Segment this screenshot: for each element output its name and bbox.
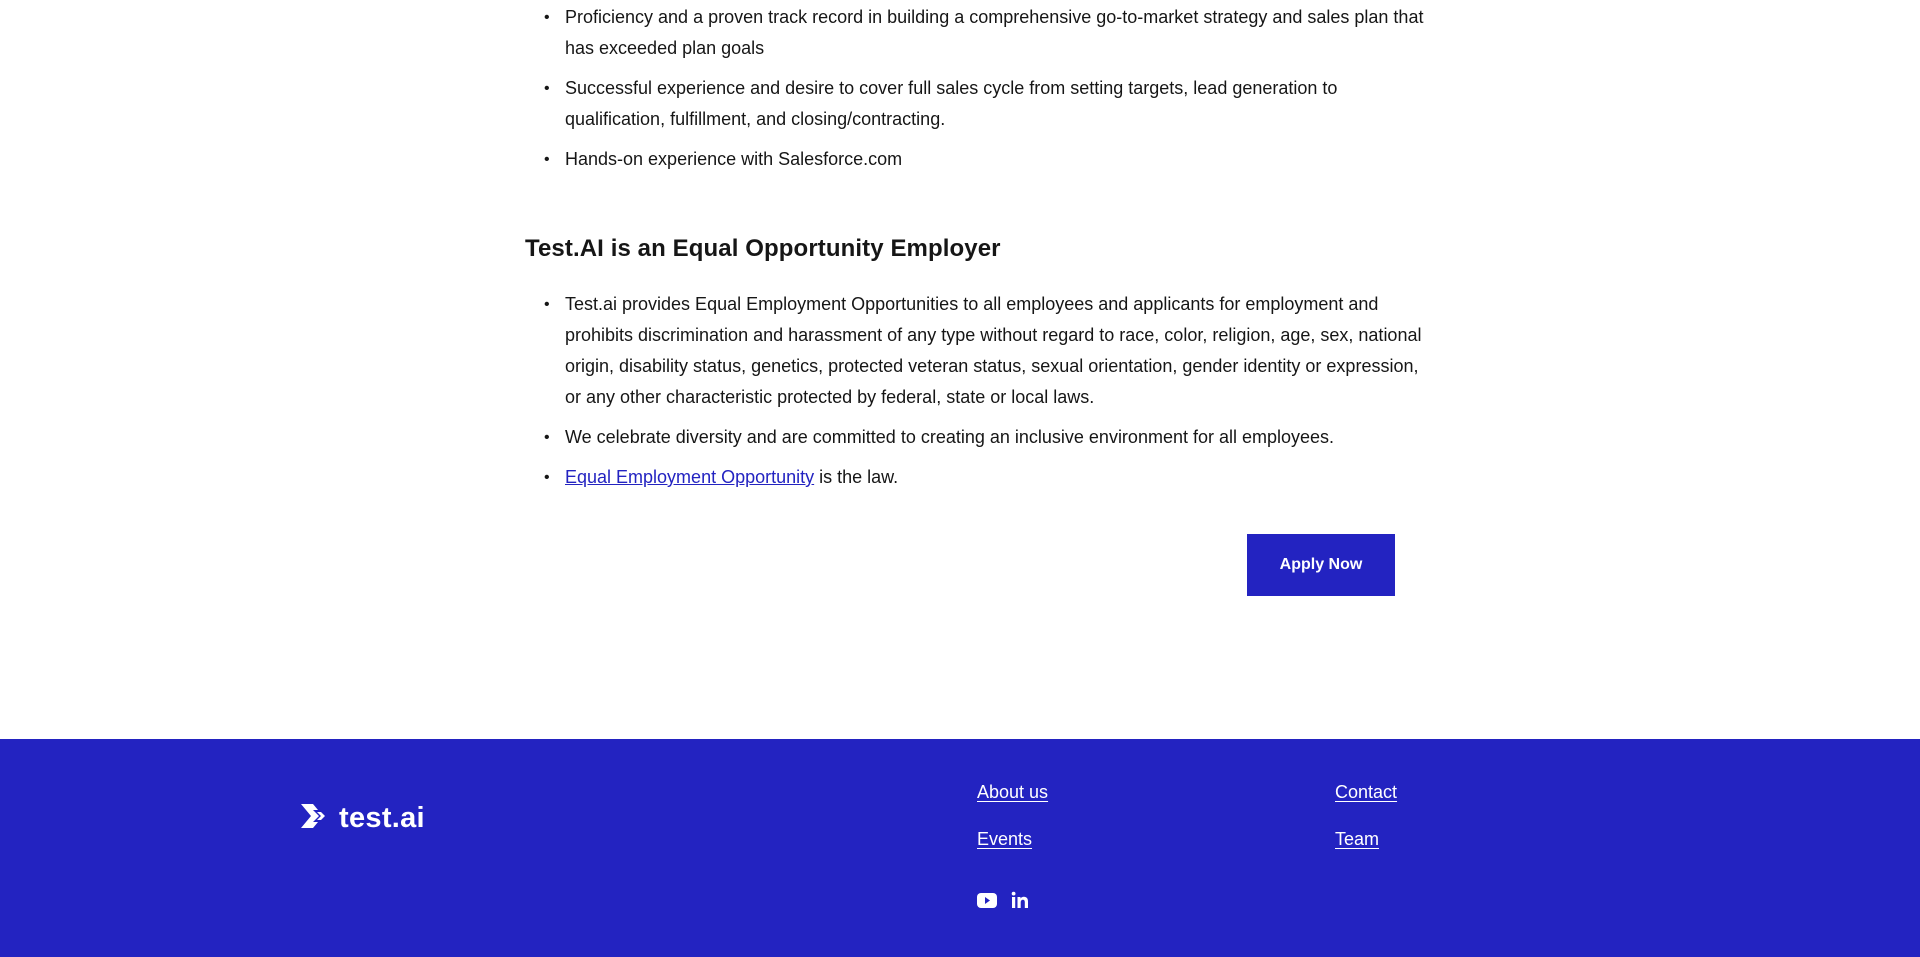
social-links xyxy=(977,891,1029,909)
logo-text: test.ai xyxy=(339,802,425,834)
logo[interactable]: test.ai xyxy=(299,801,425,836)
footer-link-events[interactable]: Events xyxy=(977,829,1032,850)
eeo-suffix: is the law. xyxy=(814,467,899,487)
footer-link-contact[interactable]: Contact xyxy=(1335,782,1397,803)
logo-mark-icon xyxy=(299,801,329,836)
section-heading: Test.AI is an Equal Opportunity Employer xyxy=(525,235,1001,262)
footer-link-team[interactable]: Team xyxy=(1335,829,1379,850)
list-item: Test.ai provides Equal Employment Opport… xyxy=(544,289,1435,413)
list-item: Proficiency and a proven track record in… xyxy=(544,2,1435,64)
list-item: Hands-on experience with Salesforce.com xyxy=(544,144,1435,175)
list-item: Equal Employment Opportunity is the law. xyxy=(544,462,1435,493)
linkedin-icon[interactable] xyxy=(1011,891,1029,909)
list-item: We celebrate diversity and are committed… xyxy=(544,422,1435,453)
youtube-icon[interactable] xyxy=(977,892,997,908)
apply-now-button[interactable]: Apply Now xyxy=(1247,534,1395,596)
requirements-list: Proficiency and a proven track record in… xyxy=(525,2,1435,184)
footer-link-about[interactable]: About us xyxy=(977,782,1048,803)
footer: test.ai About us Events Contact Team xyxy=(0,739,1920,957)
eeo-list: Test.ai provides Equal Employment Opport… xyxy=(525,289,1435,502)
list-item: Successful experience and desire to cove… xyxy=(544,73,1435,135)
eeo-link[interactable]: Equal Employment Opportunity xyxy=(565,467,814,487)
